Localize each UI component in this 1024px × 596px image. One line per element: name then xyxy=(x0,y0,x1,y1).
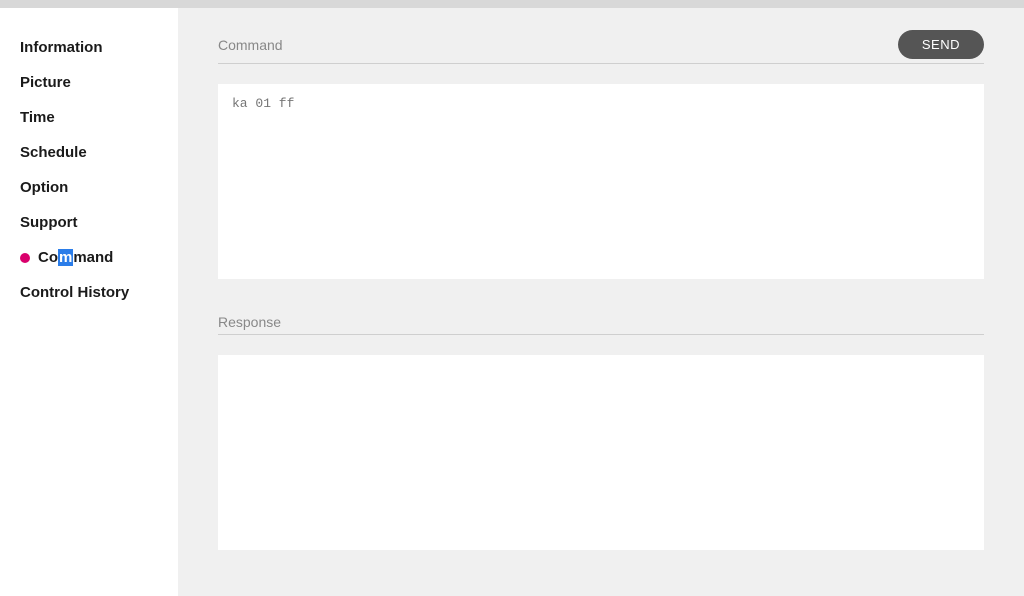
sidebar-item-label: Control History xyxy=(20,284,129,301)
send-button[interactable]: SEND xyxy=(898,30,984,59)
response-output[interactable] xyxy=(218,355,984,550)
sidebar: Information Picture Time Schedule Option… xyxy=(0,8,178,596)
sidebar-item-picture[interactable]: Picture xyxy=(0,65,178,100)
sidebar-item-label: Option xyxy=(20,179,68,196)
sidebar-item-label: Support xyxy=(20,214,78,231)
app-container: Information Picture Time Schedule Option… xyxy=(0,8,1024,596)
highlight-char: m xyxy=(58,249,73,266)
top-bar xyxy=(0,0,1024,8)
sidebar-item-label: Command xyxy=(38,249,113,266)
sidebar-item-label: Time xyxy=(20,109,55,126)
command-section: Command SEND xyxy=(218,30,984,284)
sidebar-item-label: Schedule xyxy=(20,144,87,161)
sidebar-item-control-history[interactable]: Control History xyxy=(0,275,178,310)
response-title: Response xyxy=(218,314,281,330)
sidebar-item-command[interactable]: Command xyxy=(0,240,178,275)
command-input[interactable] xyxy=(218,84,984,279)
sidebar-item-label: Information xyxy=(20,39,103,56)
command-header: Command SEND xyxy=(218,30,984,64)
sidebar-item-time[interactable]: Time xyxy=(0,100,178,135)
sidebar-item-option[interactable]: Option xyxy=(0,170,178,205)
response-section: Response xyxy=(218,314,984,555)
command-title: Command xyxy=(218,37,283,53)
sidebar-item-support[interactable]: Support xyxy=(0,205,178,240)
sidebar-item-label: Picture xyxy=(20,74,71,91)
response-header: Response xyxy=(218,314,984,335)
sidebar-item-information[interactable]: Information xyxy=(0,30,178,65)
active-dot-icon xyxy=(20,253,30,263)
sidebar-item-schedule[interactable]: Schedule xyxy=(0,135,178,170)
main-content: Command SEND Response xyxy=(178,8,1024,596)
